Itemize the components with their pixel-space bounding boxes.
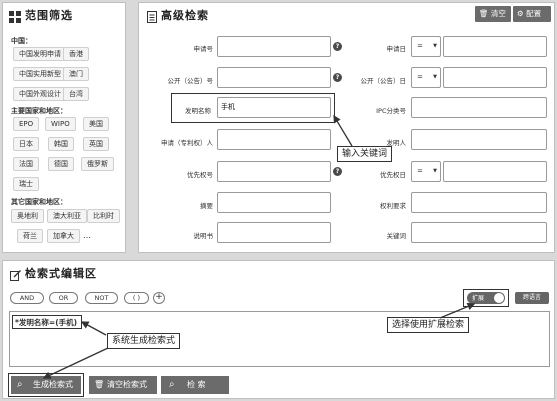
applicant-input[interactable] xyxy=(217,129,331,150)
priority-date-input[interactable] xyxy=(443,161,547,182)
pub-date-input[interactable] xyxy=(443,67,547,88)
clear-query-label: 清空检索式 xyxy=(107,380,147,389)
app-date-input[interactable] xyxy=(443,36,547,57)
chip-korea[interactable]: 韩国 xyxy=(48,137,74,151)
chip-japan[interactable]: 日本 xyxy=(13,137,39,151)
search-icon: ⌕ xyxy=(169,379,175,390)
label-keywords: 关键词 xyxy=(386,232,407,240)
query-text: *发明名称=(手机) xyxy=(15,318,78,327)
search-button-label: 检 索 xyxy=(187,380,206,389)
caret-down-icon: ▼ xyxy=(433,74,437,80)
chip-cn-utility[interactable]: 中国实用新型 xyxy=(13,67,67,81)
label-description: 说明书 xyxy=(193,232,214,240)
chip-macau[interactable]: 澳门 xyxy=(63,67,89,81)
caret-down-icon: ▼ xyxy=(433,168,437,174)
keyword-callout: 输入关键词 xyxy=(337,146,393,162)
clear-button[interactable]: 🗑 清空 xyxy=(475,6,511,22)
expand-toggle[interactable]: 扩展 xyxy=(467,292,505,304)
chip-hongkong[interactable]: 香港 xyxy=(63,47,89,61)
major-section-label: 主要国家和地区： xyxy=(11,107,67,115)
config-button[interactable]: ⚙ 配置 xyxy=(513,6,551,22)
trash-icon: 🗑 xyxy=(94,380,105,389)
generate-query-label: 生成检索式 xyxy=(33,380,73,389)
title-input[interactable]: 手机 xyxy=(217,97,331,118)
caret-down-icon: ▼ xyxy=(433,43,437,49)
other-section-label: 其它国家和地区： xyxy=(11,198,67,206)
clear-query-button[interactable]: 🗑 清空检索式 xyxy=(89,376,157,394)
chip-belgium[interactable]: 比利时 xyxy=(87,209,120,223)
label-claims: 权利要求 xyxy=(380,202,406,210)
chip-france[interactable]: 法国 xyxy=(13,157,39,171)
system-generate-callout: 系统生成检索式 xyxy=(107,333,181,349)
pub-no-input[interactable] xyxy=(217,67,331,88)
pub-date-operator-select[interactable]: = ▼ xyxy=(411,67,441,88)
help-icon[interactable]: ? xyxy=(333,167,342,176)
chip-cn-invention[interactable]: 中国发明申请 xyxy=(13,47,67,61)
claims-input[interactable] xyxy=(411,192,547,213)
parentheses-button[interactable]: ( ) xyxy=(124,292,149,304)
document-icon xyxy=(147,8,157,23)
chip-austria[interactable]: 奥地利 xyxy=(11,209,44,223)
inventor-input[interactable] xyxy=(411,129,547,150)
chip-australia[interactable]: 澳大利亚 xyxy=(47,209,87,223)
not-button[interactable]: NOT xyxy=(85,292,118,304)
label-abstract: 摘要 xyxy=(200,202,213,210)
generate-query-button[interactable]: ⌕ 生成检索式 xyxy=(11,376,81,394)
label-ipc: IPC分类号 xyxy=(376,107,406,115)
trash-icon: 🗑 xyxy=(479,9,489,18)
expand-toggle-label: 扩展 xyxy=(472,295,485,302)
config-button-label: 配置 xyxy=(526,9,542,18)
clear-button-label: 清空 xyxy=(490,9,506,18)
add-icon[interactable]: + xyxy=(153,292,165,304)
help-icon[interactable]: ? xyxy=(333,73,342,82)
query-editor-title: 检索式编辑区 xyxy=(25,267,97,280)
label-title: 发明名称 xyxy=(185,107,211,115)
gear-icon: ⚙ xyxy=(517,9,524,18)
scope-filter-panel: 范围筛选 中国： 中国发明申请 香港 中国实用新型 澳门 中国外观设计 台湾 主… xyxy=(2,2,126,253)
more-countries-link[interactable]: … xyxy=(83,231,91,240)
chip-taiwan[interactable]: 台湾 xyxy=(63,87,89,101)
and-button[interactable]: AND xyxy=(10,292,44,304)
app-no-input[interactable] xyxy=(217,36,331,57)
chip-usa[interactable]: 美国 xyxy=(83,117,109,131)
cross-language-button[interactable]: 跨语言 xyxy=(515,292,549,304)
app-date-operator-select[interactable]: = ▼ xyxy=(411,36,441,57)
toggle-knob xyxy=(494,293,504,303)
chip-cn-design[interactable]: 中国外观设计 xyxy=(13,87,67,101)
label-pub-no: 公开（公告）号 xyxy=(167,77,214,85)
china-section-label: 中国： xyxy=(11,37,32,45)
chip-epo[interactable]: EPO xyxy=(13,117,40,131)
abstract-input[interactable] xyxy=(217,192,331,213)
help-icon[interactable]: ? xyxy=(333,42,342,51)
chip-switzerland[interactable]: 瑞士 xyxy=(13,177,39,191)
advanced-search-panel: 高级检索 🗑 清空 ⚙ 配置 申请号 ? 申请日 = ▼ 公开（公告）号 ? 公… xyxy=(138,2,555,253)
search-icon: ⌕ xyxy=(17,379,23,390)
chip-wipo[interactable]: WIPO xyxy=(45,117,76,131)
priority-date-operator-select[interactable]: = ▼ xyxy=(411,161,441,182)
expand-search-callout: 选择使用扩展检索 xyxy=(387,317,470,333)
label-app-no: 申请号 xyxy=(193,45,214,53)
label-app-date: 申请日 xyxy=(386,45,407,53)
or-button[interactable]: OR xyxy=(49,292,78,304)
chip-russia[interactable]: 俄罗斯 xyxy=(81,157,114,171)
edit-icon xyxy=(10,266,21,281)
chip-netherlands[interactable]: 荷兰 xyxy=(17,229,43,243)
label-priority-date: 优先权日 xyxy=(380,171,406,179)
scope-filter-title: 范围筛选 xyxy=(25,9,73,22)
search-button[interactable]: ⌕ 检 索 xyxy=(161,376,229,394)
advanced-search-title: 高级检索 xyxy=(161,9,209,22)
chip-uk[interactable]: 英国 xyxy=(83,137,109,151)
chip-germany[interactable]: 德国 xyxy=(48,157,74,171)
keywords-input[interactable] xyxy=(411,222,547,243)
label-applicant: 申请（专利权）人 xyxy=(161,139,213,147)
ipc-input[interactable] xyxy=(411,97,547,118)
description-input[interactable] xyxy=(217,222,331,243)
query-editor-panel: 检索式编辑区 AND OR NOT ( ) + 扩展 跨语言 *发明名称=(手机… xyxy=(2,260,555,399)
chip-canada[interactable]: 加拿大 xyxy=(47,229,80,243)
label-pub-date: 公开（公告）日 xyxy=(360,77,407,85)
label-priority-no: 优先权号 xyxy=(187,171,213,179)
priority-no-input[interactable] xyxy=(217,161,331,182)
grid-icon xyxy=(9,8,21,23)
